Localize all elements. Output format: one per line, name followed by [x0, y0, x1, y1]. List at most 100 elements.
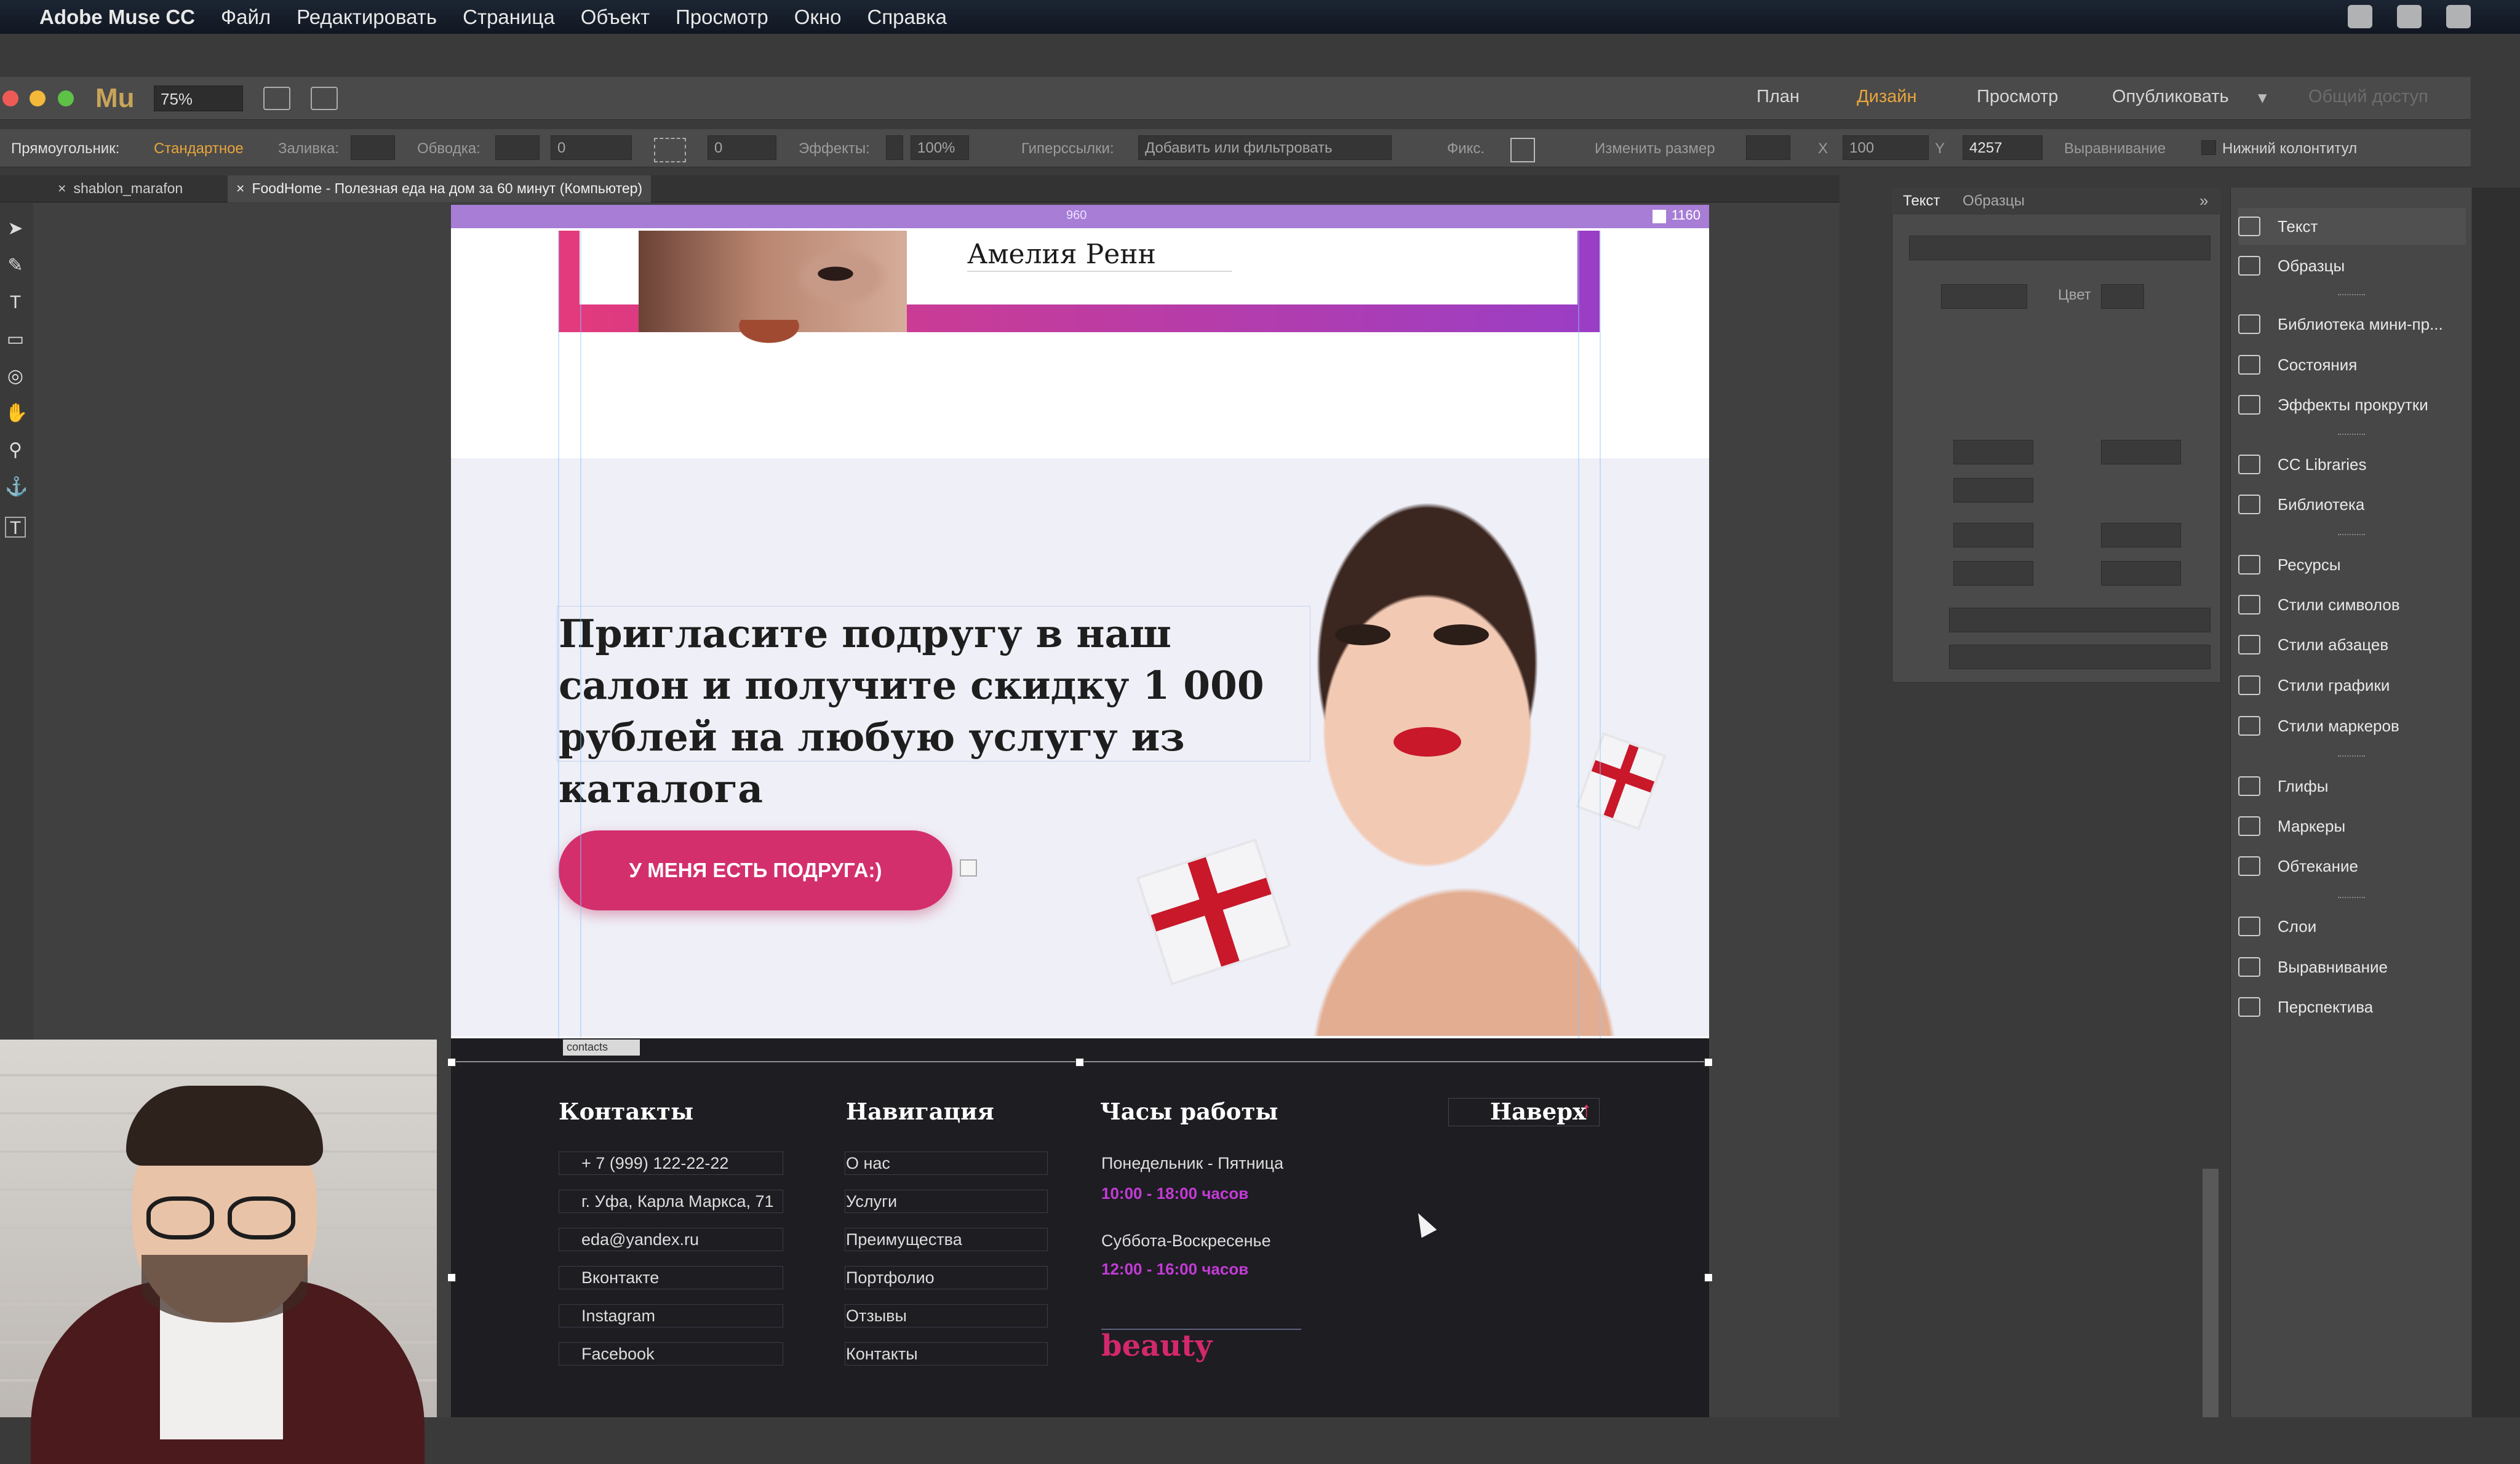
space-after-input[interactable] [2101, 523, 2181, 547]
tab-foodhome[interactable]: × FoodHome - Полезная еда на дом за 60 ми… [228, 175, 652, 202]
resize-handle[interactable] [1075, 1058, 1084, 1067]
arrow-up-icon[interactable]: ↑ [1581, 1098, 1592, 1122]
x-input[interactable]: 100 [1843, 135, 1929, 160]
stroke-width-input[interactable]: 0 [551, 135, 632, 160]
effects-toggle[interactable] [886, 135, 903, 160]
menu-page[interactable]: Страница [463, 6, 555, 29]
dock-graphic-styles[interactable]: Стили графики [2238, 667, 2466, 704]
menu-edit[interactable]: Редактировать [297, 6, 437, 29]
nav-advantages[interactable]: Преимущества [846, 1230, 962, 1249]
list-icon[interactable] [2446, 5, 2471, 28]
dock-markers[interactable]: Маркеры [2238, 808, 2466, 845]
footer-checkbox[interactable] [2201, 140, 2216, 155]
anchor-contacts[interactable]: contacts [563, 1040, 640, 1056]
contact-vk[interactable]: Вконтакте [581, 1268, 659, 1287]
align-label[interactable]: Выравнивание [2064, 140, 2166, 157]
arrow-in-icon[interactable] [263, 87, 290, 110]
contact-address[interactable]: г. Уфа, Карла Маркса, 71 [581, 1192, 774, 1211]
close-window-button[interactable] [2, 90, 18, 106]
text-tool-icon[interactable]: T [5, 292, 26, 313]
page-ruler[interactable]: 960 1160 [451, 205, 1709, 228]
font-family-select[interactable] [1909, 236, 2211, 260]
dock-align[interactable]: Выравнивание [2238, 949, 2466, 985]
dock-bullet-styles[interactable]: Стили маркеров [2238, 707, 2466, 744]
contact-email[interactable]: eda@yandex.ru [581, 1230, 699, 1249]
dock-samples[interactable]: Образцы [2238, 247, 2466, 284]
dock-scroll-effects[interactable]: Эффекты прокрутки [2238, 386, 2466, 423]
zoom-select[interactable]: 75% [154, 86, 243, 111]
dock-assets[interactable]: Ресурсы [2238, 546, 2466, 583]
dock-cc-libraries[interactable]: CC Libraries [2238, 446, 2466, 483]
minimize-window-button[interactable] [30, 90, 46, 106]
zoom-tool-icon[interactable]: ⚲ [5, 440, 26, 461]
layout-icon[interactable] [311, 87, 338, 110]
contact-facebook[interactable]: Facebook [581, 1345, 655, 1364]
ellipse-tool-icon[interactable]: ◎ [5, 366, 26, 387]
pin-icon[interactable] [1510, 138, 1535, 162]
dock-glyphs[interactable]: Глифы [2238, 768, 2466, 805]
promo-heading[interactable]: Пригласите подругу в наш салон и получит… [559, 608, 1297, 814]
vertical-scrollbar[interactable] [2203, 1169, 2219, 1417]
indent-input[interactable] [1953, 478, 2033, 503]
testimonial-photo[interactable] [639, 231, 907, 332]
chevron-down-icon[interactable]: ▾ [2258, 87, 2267, 108]
corner-radius-input[interactable]: 0 [708, 135, 776, 160]
resize-select[interactable] [1746, 135, 1790, 160]
tracking-input[interactable] [1953, 440, 2033, 464]
contact-instagram[interactable]: Instagram [581, 1307, 655, 1326]
shape-style-link[interactable]: Стандартное [154, 140, 244, 157]
resize-handle[interactable] [447, 1058, 456, 1067]
dock-widgets-library[interactable]: Библиотека мини-пр... [2238, 306, 2466, 343]
ruler-marker[interactable] [1653, 210, 1666, 223]
fill-swatch[interactable] [351, 135, 395, 160]
text-frame-tool-icon[interactable]: T [5, 517, 26, 538]
dock-text[interactable]: Текст [2238, 208, 2466, 245]
anchor-tool-icon[interactable]: ⚓ [5, 477, 28, 498]
publish-button[interactable]: Опубликовать [2112, 87, 2229, 107]
menu-view[interactable]: Просмотр [676, 6, 768, 29]
paragraph-style-select[interactable] [1949, 608, 2211, 632]
testimonial-name[interactable]: Амелия Ренн [967, 239, 1156, 270]
hand-tool-icon[interactable]: ✋ [5, 403, 28, 424]
menu-help[interactable]: Справка [867, 6, 946, 29]
text-color-swatch[interactable] [2101, 284, 2144, 309]
close-icon[interactable]: × [236, 180, 244, 196]
resize-handle[interactable] [1704, 1273, 1713, 1282]
crop-tool-icon[interactable]: ✎ [5, 255, 26, 276]
nav-about[interactable]: О нас [846, 1154, 890, 1173]
tag-select[interactable] [1949, 645, 2211, 669]
tab-shablon-marafon[interactable]: × shablon_marafon [49, 175, 191, 202]
footer-logo[interactable]: beauty [1101, 1329, 1212, 1363]
rectangle-tool-icon[interactable]: ▭ [5, 329, 26, 350]
leading-input[interactable] [2101, 440, 2181, 464]
dock-perspective[interactable]: Перспектива [2238, 989, 2466, 1025]
friend-cta-button[interactable]: У МЕНЯ ЕСТЬ ПОДРУГА:) [559, 830, 952, 910]
menu-object[interactable]: Объект [581, 6, 650, 29]
space-before-input[interactable] [1953, 523, 2033, 547]
sync-icon[interactable] [2348, 5, 2372, 28]
contact-phone[interactable]: + 7 (999) 122-22-22 [581, 1154, 728, 1173]
resize-handle[interactable] [1704, 1058, 1713, 1067]
dock-paragraph-styles[interactable]: Стили абзацев [2238, 626, 2466, 663]
nav-contacts[interactable]: Контакты [846, 1345, 918, 1364]
app-menu[interactable]: Adobe Muse CC [39, 6, 195, 29]
dock-states[interactable]: Состояния [2238, 346, 2466, 383]
font-size-select[interactable] [1941, 284, 2027, 309]
corner-icon[interactable] [654, 138, 686, 162]
menu-window[interactable]: Окно [794, 6, 842, 29]
hyperlinks-select[interactable]: Добавить или фильтровать [1138, 135, 1392, 160]
dock-text-wrap[interactable]: Обтекание [2238, 848, 2466, 885]
close-icon[interactable]: × [58, 180, 66, 196]
tab-samples[interactable]: Образцы [1963, 193, 2025, 210]
shared-access-button[interactable]: Общий доступ [2308, 87, 2428, 107]
link-handle-icon[interactable] [960, 859, 977, 877]
tab-preview[interactable]: Просмотр [1977, 87, 2058, 107]
nav-services[interactable]: Услуги [846, 1192, 897, 1211]
maximize-window-button[interactable] [58, 90, 74, 106]
dock-layers[interactable]: Слои [2238, 908, 2466, 945]
right-indent-input[interactable] [2101, 561, 2181, 586]
resize-handle[interactable] [447, 1273, 456, 1282]
tab-plan[interactable]: План [1756, 87, 1800, 107]
tab-design[interactable]: Дизайн [1857, 87, 1916, 107]
selection-tool-icon[interactable]: ➤ [5, 218, 26, 239]
